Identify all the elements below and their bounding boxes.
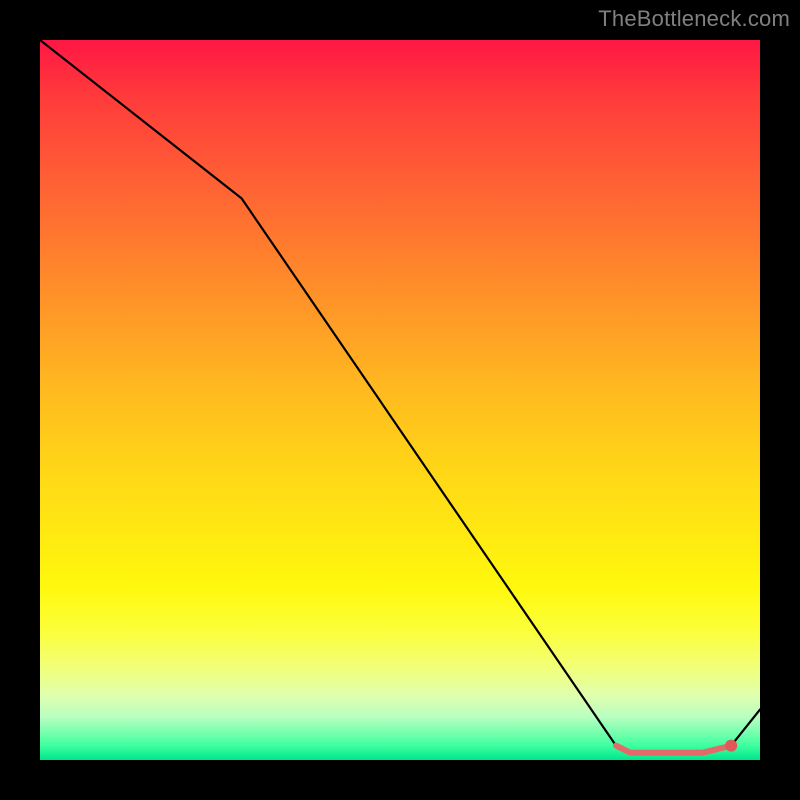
optimal-range-curve — [616, 746, 731, 753]
plot-area — [40, 40, 760, 760]
bottleneck-curve — [40, 40, 760, 753]
chart-svg — [40, 40, 760, 760]
watermark-text: TheBottleneck.com — [598, 6, 790, 32]
chart-frame: TheBottleneck.com — [0, 0, 800, 800]
optimal-end-dot — [725, 740, 737, 752]
